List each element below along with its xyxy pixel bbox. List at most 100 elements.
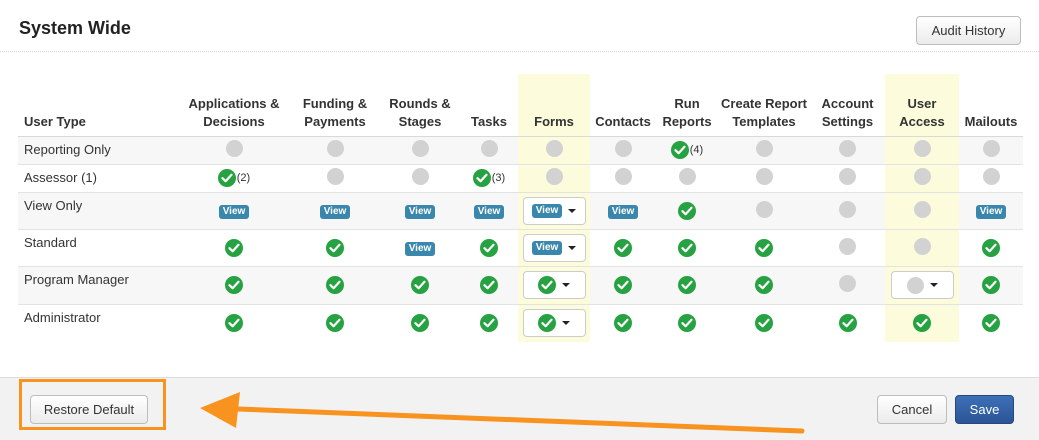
permission-cell-account-settings[interactable] bbox=[810, 192, 885, 230]
permission-value bbox=[755, 140, 773, 157]
cancel-button[interactable]: Cancel bbox=[877, 395, 947, 424]
permission-dropdown[interactable]: View bbox=[522, 196, 586, 225]
permission-cell-user-access[interactable] bbox=[885, 164, 959, 193]
no-access-icon bbox=[326, 168, 344, 185]
permission-cell-account-settings[interactable] bbox=[810, 164, 885, 193]
check-icon bbox=[614, 314, 632, 333]
permission-cell-mailouts[interactable]: View bbox=[959, 192, 1023, 230]
permission-cell-mailouts[interactable] bbox=[959, 164, 1023, 193]
permission-value bbox=[678, 314, 696, 333]
permission-cell-create-report-templates[interactable] bbox=[718, 192, 810, 230]
permission-cell-run-reports[interactable] bbox=[656, 192, 718, 230]
permission-cell-user-access[interactable] bbox=[885, 192, 959, 230]
permission-dropdown[interactable] bbox=[522, 271, 586, 299]
permission-dropdown[interactable] bbox=[522, 309, 586, 338]
permission-cell-contacts[interactable]: View bbox=[590, 192, 656, 230]
no-access-icon bbox=[913, 168, 931, 185]
permission-value bbox=[480, 140, 498, 157]
permission-cell-funding-and-payments[interactable] bbox=[290, 304, 380, 342]
permission-cell-account-settings[interactable] bbox=[810, 266, 885, 305]
user-type-label: Program Manager bbox=[18, 266, 178, 305]
permission-cell-user-access[interactable] bbox=[885, 304, 959, 342]
permission-cell-mailouts[interactable] bbox=[959, 266, 1023, 305]
permission-cell-contacts[interactable] bbox=[590, 304, 656, 342]
permission-cell-mailouts[interactable] bbox=[959, 136, 1023, 165]
permission-value bbox=[225, 314, 243, 333]
permission-cell-user-access[interactable] bbox=[885, 229, 959, 267]
permission-value bbox=[614, 238, 632, 257]
no-access-icon bbox=[755, 140, 773, 157]
permission-dropdown[interactable] bbox=[890, 271, 954, 299]
no-access-icon bbox=[839, 237, 856, 255]
permission-cell-create-report-templates[interactable] bbox=[718, 266, 810, 305]
check-icon bbox=[755, 276, 773, 294]
permission-cell-funding-and-payments[interactable]: View bbox=[290, 192, 380, 230]
permission-cell-create-report-templates[interactable] bbox=[718, 229, 810, 267]
permission-cell-contacts[interactable] bbox=[590, 136, 656, 165]
permission-cell-funding-and-payments[interactable] bbox=[290, 136, 380, 165]
permission-cell-funding-and-payments[interactable] bbox=[290, 164, 380, 193]
no-access-icon bbox=[906, 276, 924, 294]
permission-cell-rounds-and-stages[interactable] bbox=[380, 136, 460, 165]
permission-cell-forms bbox=[518, 304, 590, 342]
permission-cell-run-reports[interactable] bbox=[656, 164, 718, 193]
permission-cell-mailouts[interactable] bbox=[959, 229, 1023, 267]
permission-cell-forms[interactable] bbox=[518, 164, 590, 193]
permission-cell-rounds-and-stages[interactable] bbox=[380, 266, 460, 305]
no-access-icon bbox=[678, 168, 696, 185]
save-button[interactable]: Save bbox=[955, 395, 1014, 424]
permission-cell-rounds-and-stages[interactable] bbox=[380, 164, 460, 193]
permission-cell-rounds-and-stages[interactable]: View bbox=[380, 192, 460, 230]
permission-cell-mailouts[interactable] bbox=[959, 304, 1023, 342]
permission-cell-rounds-and-stages[interactable] bbox=[380, 304, 460, 342]
permission-cell-run-reports[interactable] bbox=[656, 229, 718, 267]
permission-cell-applications-and-decisions[interactable]: View bbox=[178, 192, 290, 230]
permission-value bbox=[614, 140, 632, 157]
footnote-ref: (4) bbox=[689, 144, 704, 156]
permission-cell-tasks[interactable]: View bbox=[460, 192, 518, 230]
permission-value bbox=[225, 238, 243, 257]
audit-history-button[interactable]: Audit History bbox=[916, 16, 1021, 45]
permission-cell-rounds-and-stages[interactable]: View bbox=[380, 229, 460, 267]
permission-cell-run-reports[interactable] bbox=[656, 266, 718, 305]
restore-default-button[interactable]: Restore Default bbox=[30, 395, 148, 424]
table-row: Assessor (1) (2) (3) bbox=[18, 164, 1023, 193]
column-header-create-report-templates: Create Report Templates bbox=[718, 74, 810, 137]
permission-cell-applications-and-decisions[interactable] bbox=[178, 229, 290, 267]
permission-cell-account-settings[interactable] bbox=[810, 136, 885, 165]
permission-cell-tasks[interactable]: (3) bbox=[460, 164, 518, 193]
permission-cell-contacts[interactable] bbox=[590, 164, 656, 193]
permission-cell-contacts[interactable] bbox=[590, 229, 656, 267]
permission-cell-forms bbox=[518, 266, 590, 305]
permission-cell-create-report-templates[interactable] bbox=[718, 164, 810, 193]
permission-cell-funding-and-payments[interactable] bbox=[290, 229, 380, 267]
permission-value bbox=[839, 237, 856, 255]
view-badge: View bbox=[218, 205, 250, 219]
permission-cell-applications-and-decisions[interactable] bbox=[178, 136, 290, 165]
permission-cell-funding-and-payments[interactable] bbox=[290, 266, 380, 305]
permission-cell-contacts[interactable] bbox=[590, 266, 656, 305]
permission-cell-user-access[interactable] bbox=[885, 136, 959, 165]
permission-cell-run-reports[interactable] bbox=[656, 304, 718, 342]
permission-cell-applications-and-decisions[interactable] bbox=[178, 304, 290, 342]
permission-value bbox=[838, 314, 857, 333]
permission-cell-account-settings[interactable] bbox=[810, 304, 885, 342]
permission-cell-create-report-templates[interactable] bbox=[718, 304, 810, 342]
no-access-icon bbox=[411, 168, 429, 185]
check-icon bbox=[982, 276, 1000, 294]
permission-cell-applications-and-decisions[interactable] bbox=[178, 266, 290, 305]
no-access-icon bbox=[225, 140, 243, 157]
permission-cell-run-reports[interactable]: (4) bbox=[656, 136, 718, 165]
permission-cell-account-settings[interactable] bbox=[810, 229, 885, 267]
permission-cell-tasks[interactable] bbox=[460, 229, 518, 267]
permission-cell-tasks[interactable] bbox=[460, 266, 518, 305]
permission-cell-forms[interactable] bbox=[518, 136, 590, 165]
no-access-icon bbox=[839, 168, 856, 185]
permission-dropdown[interactable]: View bbox=[522, 233, 586, 262]
permission-cell-create-report-templates[interactable] bbox=[718, 136, 810, 165]
check-icon bbox=[538, 314, 556, 333]
permission-cell-tasks[interactable] bbox=[460, 304, 518, 342]
no-access-icon bbox=[545, 168, 563, 185]
permission-cell-tasks[interactable] bbox=[460, 136, 518, 165]
permission-cell-applications-and-decisions[interactable]: (2) bbox=[178, 164, 290, 193]
